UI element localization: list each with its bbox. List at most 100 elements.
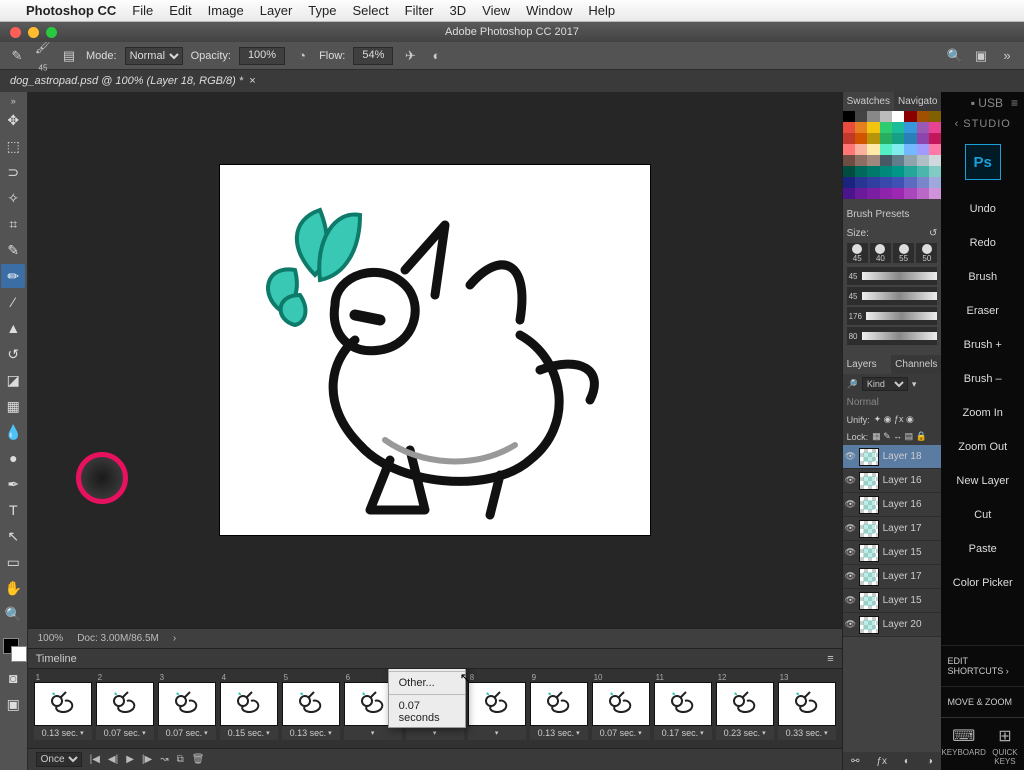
close-tab-icon[interactable]: ×	[249, 75, 255, 87]
navigator-tab[interactable]: Navigato	[894, 92, 941, 111]
layer-row[interactable]: 👁Layer 17	[843, 565, 942, 589]
brush-preset-icon[interactable]: 🖌45	[34, 39, 52, 73]
delay-option[interactable]: 10.0	[389, 668, 465, 669]
quick-keys-button[interactable]: ⊞QUICK KEYS	[986, 718, 1024, 770]
swatch-cell[interactable]	[843, 111, 855, 122]
menu-select[interactable]: Select	[352, 3, 388, 18]
type-tool[interactable]: T	[1, 498, 25, 522]
layer-row[interactable]: 👁Layer 17	[843, 517, 942, 541]
visibility-icon[interactable]: 👁	[845, 619, 855, 630]
layer-thumb[interactable]	[859, 472, 879, 490]
swatch-cell[interactable]	[929, 144, 941, 155]
swatch-cell[interactable]	[904, 177, 916, 188]
link-layers-icon[interactable]: ⚯	[851, 756, 859, 767]
shortcut-paste[interactable]: Paste	[941, 532, 1024, 566]
menu-layer[interactable]: Layer	[260, 3, 293, 18]
search-icon[interactable]: 🔍	[946, 48, 964, 64]
canvas-area[interactable]	[28, 92, 842, 628]
studio-label[interactable]: STUDIO	[941, 114, 1024, 138]
delay-option-other[interactable]: Other...	[389, 674, 465, 692]
marquee-tool[interactable]: ⬚	[1, 134, 25, 158]
swatch-cell[interactable]	[929, 155, 941, 166]
frame-thumb[interactable]	[468, 682, 526, 726]
swatch-cell[interactable]	[892, 144, 904, 155]
layer-name[interactable]: Layer 17	[883, 571, 922, 582]
swatch-cell[interactable]	[917, 188, 929, 199]
layer-thumb[interactable]	[859, 616, 879, 634]
play-button[interactable]: ▶	[126, 754, 134, 765]
frame-thumb[interactable]	[220, 682, 278, 726]
dodge-tool[interactable]: ●	[1, 446, 25, 470]
frame-delay[interactable]: 0.07 sec. ▾	[592, 726, 650, 740]
color-swatch[interactable]	[1, 636, 25, 664]
swatch-cell[interactable]	[892, 122, 904, 133]
move-tool[interactable]: ✥	[1, 108, 25, 132]
swatch-cell[interactable]	[843, 155, 855, 166]
swatch-cell[interactable]	[867, 133, 879, 144]
menu-3d[interactable]: 3D	[450, 3, 467, 18]
timeline-frame[interactable]: 50.13 sec. ▾	[282, 673, 340, 740]
shortcut-zoom-in[interactable]: Zoom In	[941, 396, 1024, 430]
wand-tool[interactable]: ✧	[1, 186, 25, 210]
frame-delay[interactable]: 0.07 sec. ▾	[158, 726, 216, 740]
mode-select[interactable]: Normal	[125, 47, 183, 65]
swatch-cell[interactable]	[855, 177, 867, 188]
swatch-cell[interactable]	[904, 144, 916, 155]
swatch-cell[interactable]	[843, 166, 855, 177]
frame-thumb[interactable]	[592, 682, 650, 726]
swatch-cell[interactable]	[843, 133, 855, 144]
swatch-cell[interactable]	[929, 188, 941, 199]
swatches-tab[interactable]: Swatches	[843, 92, 894, 111]
swatch-cell[interactable]	[880, 122, 892, 133]
document-canvas[interactable]	[220, 165, 650, 535]
swatch-cell[interactable]	[929, 111, 941, 122]
menu-file[interactable]: File	[132, 3, 153, 18]
menu-window[interactable]: Window	[526, 3, 572, 18]
stroke-thumbs[interactable]: 454517680	[847, 267, 938, 345]
zoom-tool[interactable]: 🔍	[1, 602, 25, 626]
swatch-cell[interactable]	[892, 111, 904, 122]
brush-preset[interactable]: 50	[916, 243, 937, 263]
panel-toggle-icon[interactable]: »	[998, 48, 1016, 63]
pencil-tool[interactable]: ⁄	[1, 290, 25, 314]
visibility-icon[interactable]: 👁	[845, 547, 855, 558]
visibility-icon[interactable]: 👁	[845, 475, 855, 486]
eyedropper-tool[interactable]: ✎	[1, 238, 25, 262]
layer-name[interactable]: Layer 16	[883, 499, 922, 510]
frame-delay[interactable]: ▾	[344, 726, 402, 740]
frame-delay[interactable]: 0.33 sec. ▾	[778, 726, 836, 740]
timeline-frame[interactable]: 10.13 sec. ▾	[34, 673, 92, 740]
delete-frame-button[interactable]: 🗑	[192, 754, 205, 765]
swatch-cell[interactable]	[904, 133, 916, 144]
document-tab[interactable]: dog_astropad.psd @ 100% (Layer 18, RGB/8…	[0, 70, 1024, 92]
layer-list[interactable]: 👁Layer 18👁Layer 16👁Layer 16👁Layer 17👁Lay…	[843, 445, 942, 752]
brush-panel-icon[interactable]: ▤	[60, 48, 78, 64]
swatch-cell[interactable]	[855, 166, 867, 177]
brush-preset[interactable]: 40	[870, 243, 891, 263]
app-name[interactable]: Photoshop CC	[26, 3, 116, 18]
frame-delay[interactable]: 0.15 sec. ▾	[220, 726, 278, 740]
eraser-tool[interactable]: ◪	[1, 368, 25, 392]
prev-frame-button[interactable]: ◀|	[108, 754, 118, 765]
swatch-cell[interactable]	[929, 177, 941, 188]
swatch-cell[interactable]	[929, 166, 941, 177]
shortcut-redo[interactable]: Redo	[941, 226, 1024, 260]
brush-preset[interactable]: 55	[893, 243, 914, 263]
swatch-cell[interactable]	[917, 144, 929, 155]
shortcut-brush--[interactable]: Brush –	[941, 362, 1024, 396]
swatch-cell[interactable]	[917, 155, 929, 166]
swatch-cell[interactable]	[917, 166, 929, 177]
layer-name[interactable]: Layer 16	[883, 475, 922, 486]
swatches-grid[interactable]	[843, 111, 942, 199]
pressure-size-icon[interactable]: ◐	[427, 48, 445, 63]
ps-app-icon[interactable]: Ps	[965, 144, 1001, 180]
swatch-cell[interactable]	[855, 155, 867, 166]
crop-tool[interactable]: ⌗	[1, 212, 25, 236]
zoom-readout[interactable]: 100%	[38, 633, 64, 644]
frame-thumb[interactable]	[654, 682, 712, 726]
brush-stroke-preset[interactable]: 45	[847, 287, 938, 305]
layer-filter-kind[interactable]: Kind	[862, 377, 908, 391]
menu-type[interactable]: Type	[308, 3, 336, 18]
visibility-icon[interactable]: 👁	[845, 595, 855, 606]
layer-thumb[interactable]	[859, 592, 879, 610]
